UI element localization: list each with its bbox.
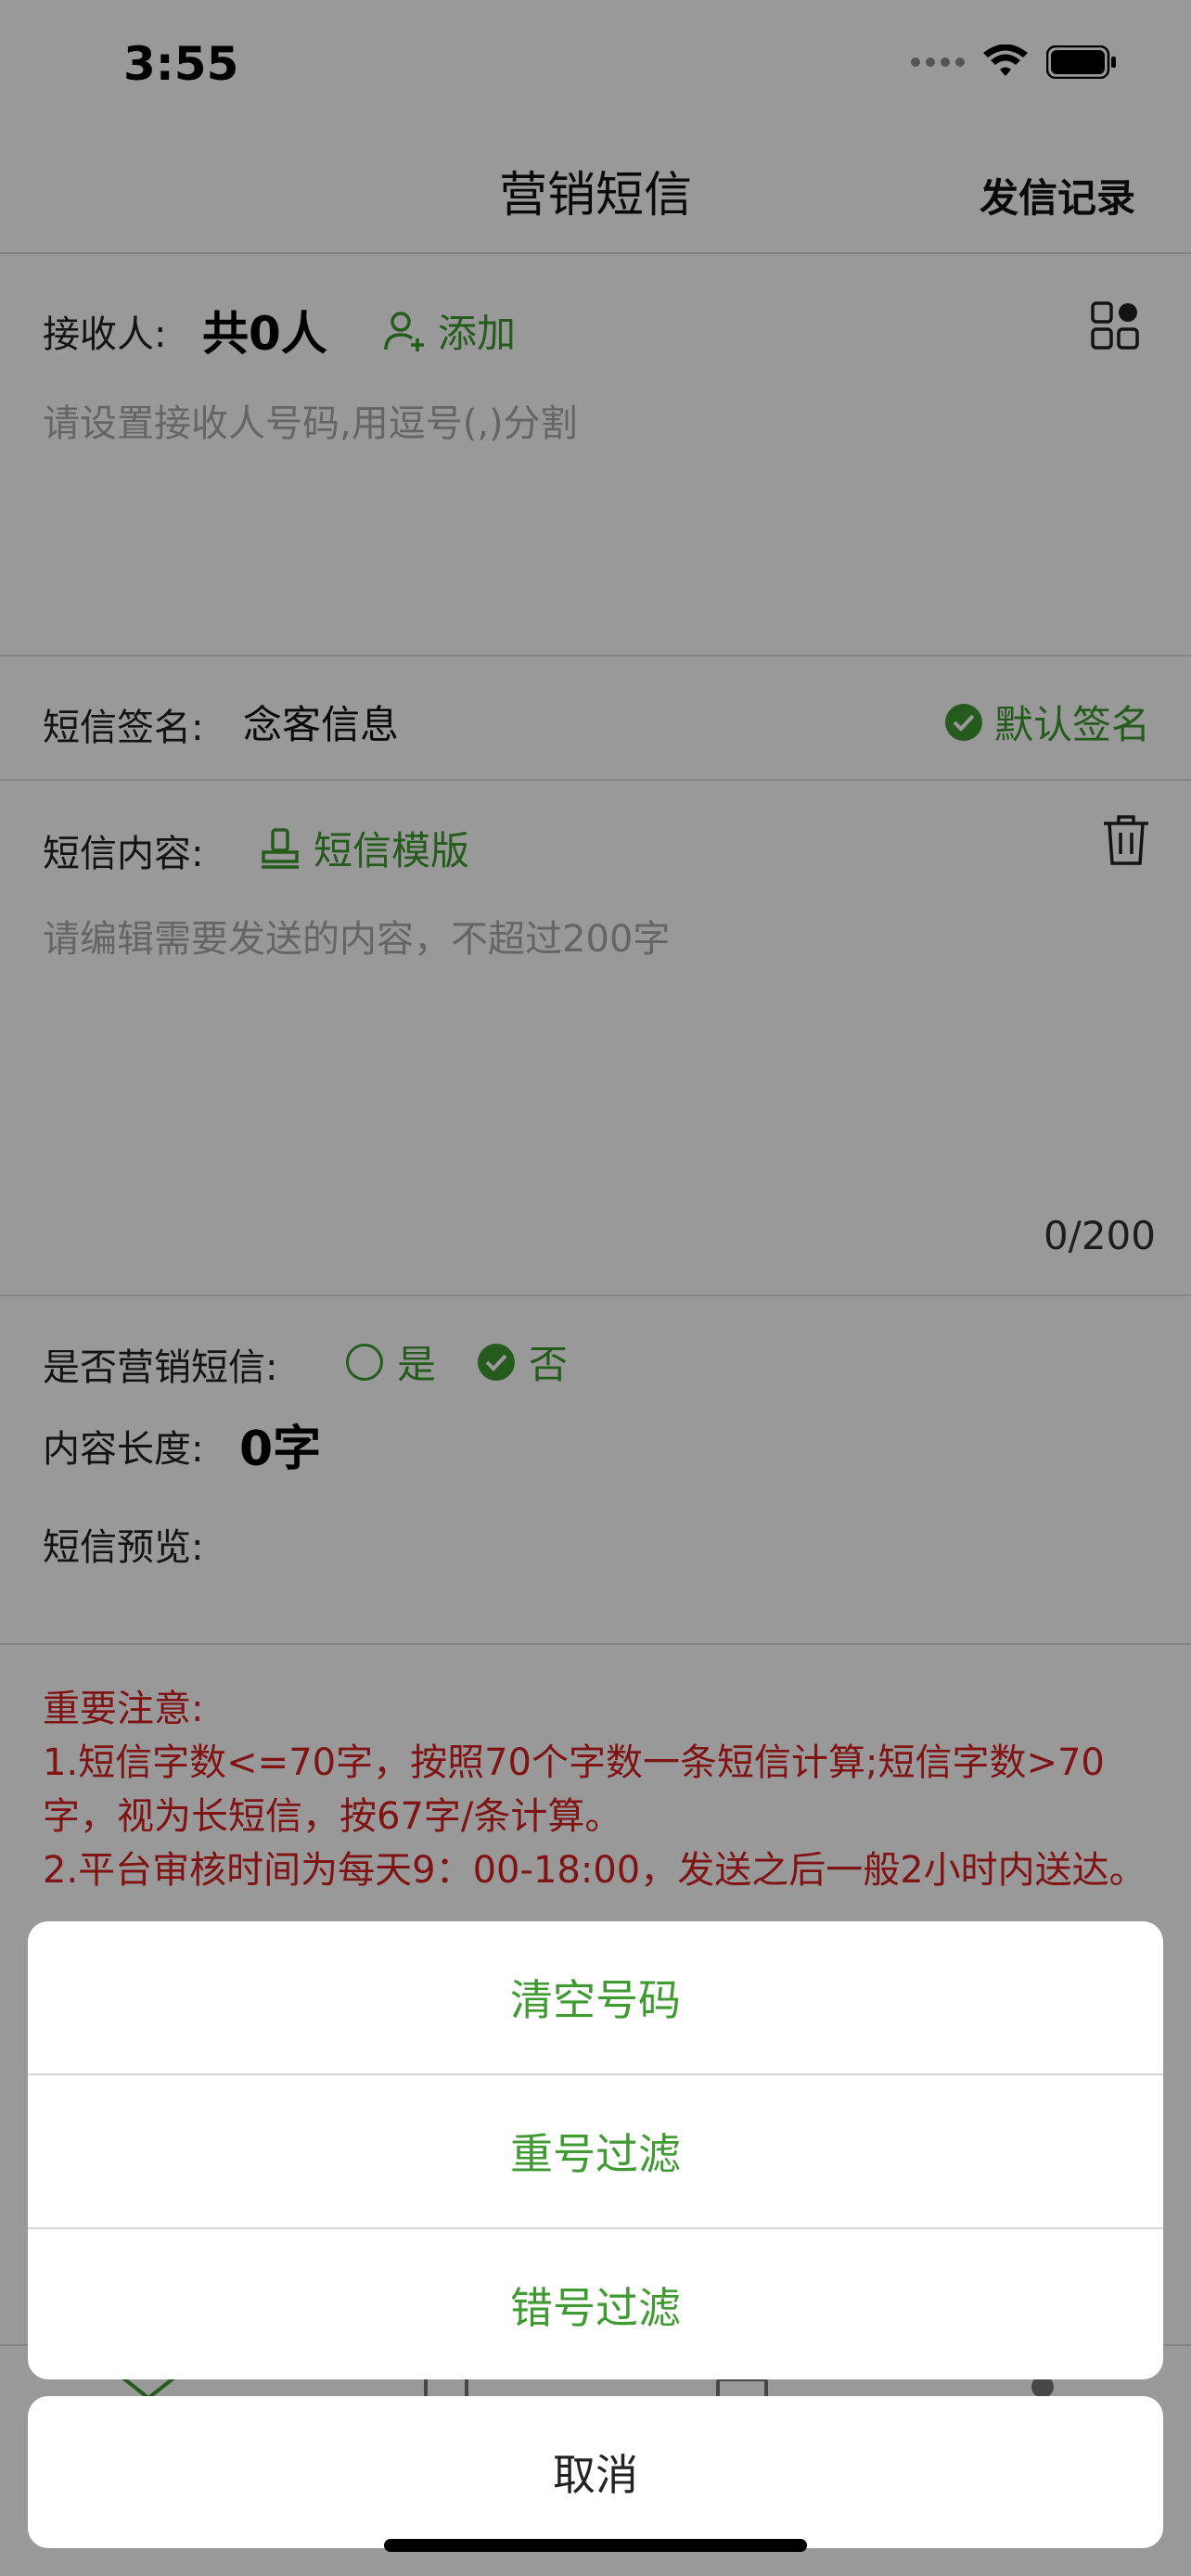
home-indicator[interactable]	[384, 2539, 807, 2552]
filter-duplicates-button[interactable]: 重号过滤	[28, 2075, 1163, 2227]
action-sheet: 清空号码 重号过滤 错号过滤	[28, 1921, 1163, 2379]
filter-invalid-button[interactable]: 错号过滤	[28, 2229, 1163, 2379]
cancel-button[interactable]: 取消	[28, 2396, 1163, 2548]
action-sheet-cancel: 取消	[28, 2396, 1163, 2548]
clear-numbers-button[interactable]: 清空号码	[28, 1921, 1163, 2073]
